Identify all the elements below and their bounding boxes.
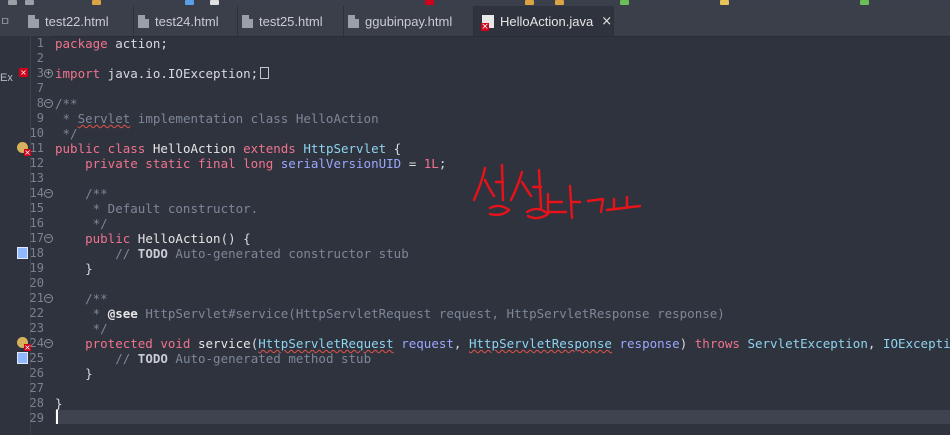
code-line: } bbox=[55, 396, 63, 411]
code-line: protected void service(HttpServletReques… bbox=[55, 336, 950, 351]
line-number: 1 bbox=[36, 36, 44, 50]
toolbar-icon[interactable] bbox=[555, 0, 564, 5]
line-number: 23 bbox=[29, 321, 44, 335]
override-marker-icon[interactable] bbox=[17, 352, 28, 364]
collapse-fold-icon[interactable]: − bbox=[44, 189, 53, 198]
line-number: 18 bbox=[29, 246, 44, 260]
tab-helloaction-java[interactable]: HelloAction.java × bbox=[474, 6, 614, 36]
code-line: public HelloAction() { bbox=[55, 231, 251, 246]
toolbar-icon[interactable] bbox=[25, 0, 34, 5]
code-line: /** bbox=[55, 186, 108, 201]
editor-tab-bar: ㅁ test22.html test24.html test25.html gg… bbox=[0, 6, 950, 37]
toolbar-icon[interactable] bbox=[185, 0, 194, 5]
collapse-fold-icon[interactable]: − bbox=[44, 339, 53, 348]
tab-label: test24.html bbox=[155, 13, 219, 29]
toolbar-icon[interactable] bbox=[210, 0, 219, 5]
tab-label: HelloAction.java bbox=[500, 13, 594, 29]
tab-label: test22.html bbox=[45, 13, 109, 29]
toolbar-icon[interactable] bbox=[620, 0, 629, 5]
code-editor[interactable]: package action; import java.io.IOExcepti… bbox=[55, 36, 950, 435]
line-number: 8 bbox=[36, 96, 44, 110]
line-number: 25 bbox=[29, 351, 44, 365]
line-number: 12 bbox=[29, 156, 44, 170]
line-number: 22 bbox=[29, 306, 44, 320]
line-number: 15 bbox=[29, 201, 44, 215]
line-number: 9 bbox=[36, 111, 44, 125]
code-line: * Default constructor. bbox=[55, 201, 259, 216]
toolbar-icon[interactable] bbox=[525, 0, 534, 5]
code-line: */ bbox=[55, 216, 108, 231]
line-number: 7 bbox=[36, 81, 44, 95]
warning-error-marker-icon[interactable] bbox=[17, 142, 31, 156]
line-number: 13 bbox=[29, 171, 44, 185]
error-marker-icon[interactable]: × bbox=[19, 68, 28, 77]
code-line: // TODO Auto-generated constructor stub bbox=[55, 246, 409, 261]
line-number: 26 bbox=[29, 366, 44, 380]
toolbar-icon[interactable] bbox=[860, 0, 869, 5]
toolbar-icon[interactable] bbox=[8, 0, 17, 5]
html-file-icon bbox=[348, 14, 359, 28]
line-number: 20 bbox=[29, 276, 44, 290]
side-label: Ex bbox=[0, 72, 13, 84]
code-line: } bbox=[55, 366, 93, 381]
java-file-error-icon bbox=[481, 14, 494, 31]
code-line: /** bbox=[55, 96, 78, 111]
code-line: * Servlet implementation class HelloActi… bbox=[55, 111, 379, 126]
code-line: */ bbox=[55, 321, 108, 336]
collapse-fold-icon[interactable]: − bbox=[44, 294, 53, 303]
line-number: 11 bbox=[29, 141, 44, 155]
tab-label: test25.html bbox=[259, 13, 323, 29]
line-number: 28 bbox=[29, 396, 44, 410]
html-file-icon bbox=[28, 14, 39, 28]
line-number: 21 bbox=[29, 291, 44, 305]
tab-test22[interactable]: test22.html bbox=[24, 6, 134, 36]
code-line: private static final long serialVersionU… bbox=[55, 156, 447, 171]
toolbar-icon[interactable] bbox=[92, 0, 101, 5]
code-line: } bbox=[55, 261, 93, 276]
line-number: 17 bbox=[29, 231, 44, 245]
tab-label: ggubinpay.html bbox=[365, 13, 453, 29]
tab-test24[interactable]: test24.html bbox=[134, 6, 238, 36]
tab-test25[interactable]: test25.html bbox=[238, 6, 344, 36]
close-icon[interactable]: × bbox=[601, 14, 612, 29]
line-number: 16 bbox=[29, 216, 44, 230]
toolbar-icon[interactable] bbox=[425, 0, 434, 5]
toolbar-icon[interactable] bbox=[720, 0, 729, 5]
line-number: 27 bbox=[29, 381, 44, 395]
tab-ggubinpay[interactable]: ggubinpay.html bbox=[344, 6, 474, 36]
line-number: 3 bbox=[36, 66, 44, 80]
warning-error-marker-icon[interactable] bbox=[17, 337, 31, 351]
override-marker-icon[interactable] bbox=[17, 247, 28, 259]
code-line: // TODO Auto-generated method stub bbox=[55, 351, 372, 366]
collapsed-imports-box[interactable] bbox=[260, 67, 270, 79]
line-number: 10 bbox=[29, 126, 44, 140]
collapse-fold-icon[interactable]: − bbox=[44, 99, 53, 108]
expand-fold-icon[interactable]: + bbox=[44, 69, 53, 78]
collapse-fold-icon[interactable]: − bbox=[44, 234, 53, 243]
line-number: 29 bbox=[29, 411, 44, 425]
code-line: import java.io.IOException; bbox=[55, 66, 270, 81]
line-number: 19 bbox=[29, 261, 44, 275]
line-number: 2 bbox=[36, 51, 44, 65]
marker-column bbox=[0, 36, 31, 435]
code-line: */ bbox=[55, 126, 78, 141]
code-line: /** bbox=[55, 291, 108, 306]
code-line: public class HelloAction extends HttpSer… bbox=[55, 141, 402, 156]
html-file-icon bbox=[242, 14, 253, 28]
line-number: 24 bbox=[29, 336, 44, 350]
line-number: 14 bbox=[29, 186, 44, 200]
code-line: package action; bbox=[55, 36, 168, 51]
code-line: * @see HttpServlet#service(HttpServletRe… bbox=[55, 306, 725, 321]
html-file-icon bbox=[138, 14, 149, 28]
